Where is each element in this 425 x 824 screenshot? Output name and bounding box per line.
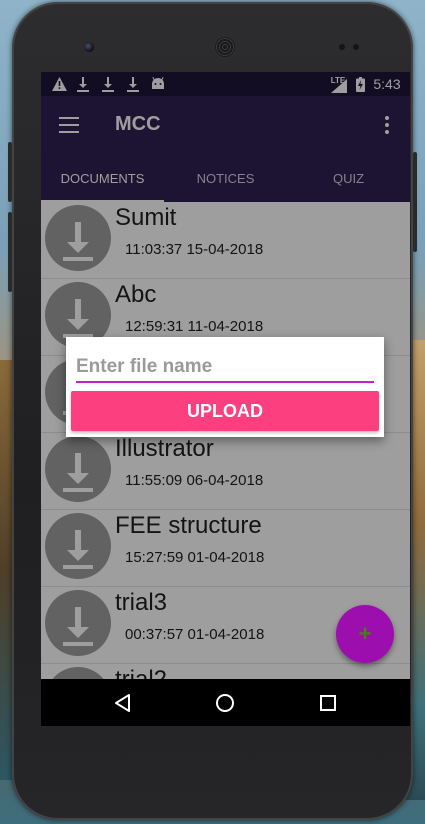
light-sensor — [353, 44, 359, 50]
file-name-input[interactable] — [76, 353, 374, 383]
front-camera — [84, 42, 94, 52]
proximity-sensor — [339, 44, 345, 50]
plus-icon: + — [358, 621, 372, 646]
earpiece-speaker — [215, 37, 235, 57]
upload-dialog: UPLOAD — [66, 337, 384, 437]
side-button-right — [413, 152, 417, 252]
system-nav-bar — [41, 679, 410, 726]
back-icon[interactable] — [109, 689, 137, 717]
recents-icon[interactable] — [314, 689, 342, 717]
home-icon[interactable] — [211, 689, 239, 717]
screen: LTE 5:43 MCC DOCUMENTS NOTICES QUIZ Sumi… — [41, 72, 410, 726]
upload-button[interactable]: UPLOAD — [71, 391, 379, 431]
volume-button — [8, 142, 12, 202]
phone-frame: LTE 5:43 MCC DOCUMENTS NOTICES QUIZ Sumi… — [8, 2, 417, 820]
power-button — [8, 212, 12, 292]
add-fab-button[interactable]: + — [336, 605, 394, 663]
